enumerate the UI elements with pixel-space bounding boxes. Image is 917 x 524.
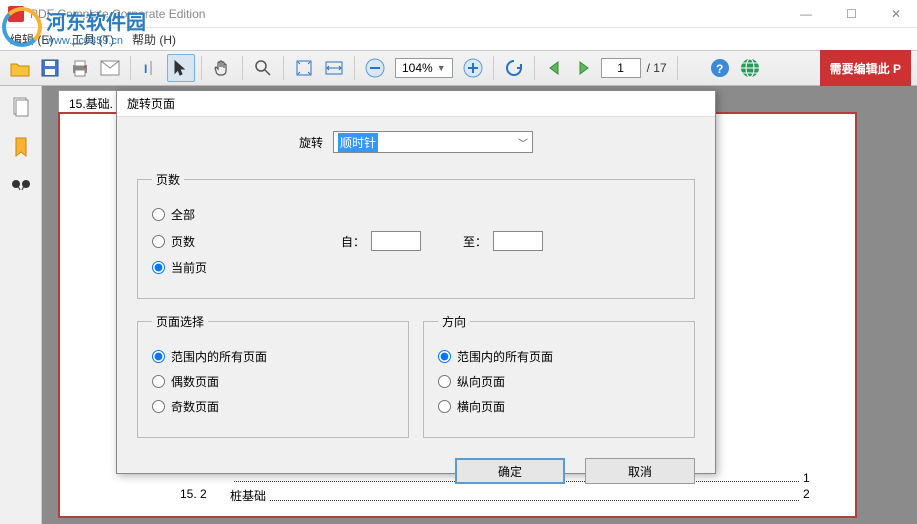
pages-fieldset: 页数 全部 页数 自： 至： 当前页 [137, 171, 695, 299]
edit-banner[interactable]: 需要编辑此 P [820, 50, 911, 86]
help-button[interactable]: ? [706, 54, 734, 82]
open-button[interactable] [6, 54, 34, 82]
sidebar [0, 86, 42, 524]
toolbar: I 104% ▼ / 17 ? 需要编辑此 P [0, 50, 917, 86]
to-label: 至： [463, 233, 487, 250]
bookmarks-panel-button[interactable] [8, 134, 34, 160]
from-input[interactable] [371, 231, 421, 251]
selection-fieldset: 页面选择 范围内的所有页面 偶数页面 奇数页面 [137, 313, 409, 438]
direction-fieldset: 方向 范围内的所有页面 纵向页面 横向页面 [423, 313, 695, 438]
menu-edit[interactable]: 编辑 (E) [10, 31, 53, 48]
svg-text:I: I [144, 62, 147, 76]
menu-help[interactable]: 帮助 (H) [132, 31, 176, 48]
pointer-tool[interactable] [167, 54, 195, 82]
search-panel-button[interactable] [8, 174, 34, 200]
menubar: 编辑 (E) 工具 (T) 帮助 (H) [0, 28, 917, 50]
radio-range-pages[interactable] [152, 235, 165, 248]
radio-dir-all[interactable] [438, 350, 451, 363]
maximize-button[interactable]: ☐ [838, 3, 865, 25]
radio-sel-odd[interactable] [152, 400, 165, 413]
ok-button[interactable]: 确定 [455, 458, 565, 484]
chevron-down-icon: ﹀ [518, 135, 528, 150]
radio-current-label: 当前页 [171, 259, 207, 276]
radio-sel-even[interactable] [152, 375, 165, 388]
app-icon [8, 6, 24, 22]
window-title: PDF Complete Corporate Edition [30, 7, 792, 21]
radio-dir-portrait[interactable] [438, 375, 451, 388]
zoom-dropdown[interactable]: 104% ▼ [395, 58, 453, 78]
radio-all-label: 全部 [171, 206, 195, 223]
hand-tool[interactable] [208, 54, 236, 82]
radio-current-page[interactable] [152, 261, 165, 274]
pages-panel-button[interactable] [8, 94, 34, 120]
zoom-out-button[interactable] [361, 54, 389, 82]
print-button[interactable] [66, 54, 94, 82]
rotate-label: 旋转 [299, 134, 323, 151]
cancel-button[interactable]: 取消 [585, 458, 695, 484]
zoom-value: 104% [402, 61, 433, 75]
minimize-button[interactable]: — [792, 3, 820, 25]
radio-sel-all[interactable] [152, 350, 165, 363]
prev-page-button[interactable] [541, 54, 569, 82]
next-page-button[interactable] [571, 54, 599, 82]
rotate-button[interactable] [500, 54, 528, 82]
page-total: / 17 [647, 61, 667, 75]
zoom-in-button[interactable] [459, 54, 487, 82]
to-input[interactable] [493, 231, 543, 251]
zoom-tool[interactable] [249, 54, 277, 82]
web-button[interactable] [736, 54, 764, 82]
radio-range-label: 页数 [171, 233, 195, 250]
from-label: 自： [341, 233, 365, 250]
radio-all-pages[interactable] [152, 208, 165, 221]
text-select-tool[interactable]: I [137, 54, 165, 82]
pages-legend: 页数 [152, 171, 184, 188]
email-button[interactable] [96, 54, 124, 82]
close-button[interactable]: ✕ [883, 3, 909, 25]
svg-text:?: ? [716, 62, 723, 76]
selection-legend: 页面选择 [152, 313, 208, 330]
fit-page-button[interactable] [290, 54, 318, 82]
radio-dir-landscape[interactable] [438, 400, 451, 413]
fit-width-button[interactable] [320, 54, 348, 82]
rotate-select[interactable]: 顺时针 ﹀ [333, 131, 533, 153]
direction-legend: 方向 [438, 313, 470, 330]
rotate-pages-dialog: 旋转页面 旋转 顺时针 ﹀ 页数 全部 页数 自： 至： [116, 90, 716, 474]
page-number-input[interactable] [601, 58, 641, 78]
chevron-down-icon: ▼ [437, 63, 446, 73]
titlebar: PDF Complete Corporate Edition — ☐ ✕ [0, 0, 917, 28]
menu-tools[interactable]: 工具 (T) [71, 31, 114, 48]
save-button[interactable] [36, 54, 64, 82]
dialog-title: 旋转页面 [117, 91, 715, 117]
